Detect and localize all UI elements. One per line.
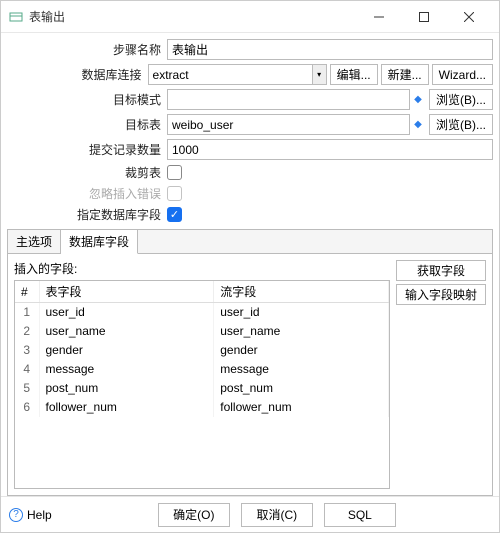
step-name-input[interactable]: [167, 39, 493, 60]
fields-table: # 表字段 流字段 1user_iduser_id2user_nameuser_…: [15, 281, 389, 417]
window-title: 表输出: [29, 8, 356, 25]
sql-button[interactable]: SQL: [324, 503, 396, 527]
wizard-button[interactable]: Wizard...: [432, 64, 493, 85]
table-row[interactable]: 2user_nameuser_name: [15, 322, 389, 341]
cell-table-field[interactable]: gender: [39, 341, 214, 360]
db-connection-label: 数据库连接: [7, 66, 148, 83]
row-number: 3: [15, 341, 39, 360]
tab-body: 插入的字段: # 表字段 流字段 1user_iduser: [8, 254, 492, 495]
ignore-errors-label: 忽略插入错误: [7, 185, 167, 202]
variable-icon[interactable]: ◆: [410, 114, 426, 135]
cell-table-field[interactable]: message: [39, 360, 214, 379]
cell-stream-field[interactable]: follower_num: [214, 398, 389, 417]
cell-stream-field[interactable]: user_id: [214, 303, 389, 322]
dialog-window: 表输出 步骤名称 数据库连接 ▾ 编辑... 新建... Wizard... 目…: [0, 0, 500, 533]
col-header-stream-field[interactable]: 流字段: [214, 281, 389, 303]
new-connection-button[interactable]: 新建...: [381, 64, 429, 85]
specify-fields-checkbox[interactable]: ✓: [167, 207, 182, 222]
browse-schema-button[interactable]: 浏览(B)...: [429, 89, 493, 110]
target-table-input[interactable]: [167, 114, 410, 135]
dropdown-icon[interactable]: ▾: [313, 64, 327, 85]
help-button[interactable]: ? Help: [9, 508, 52, 522]
cell-stream-field[interactable]: gender: [214, 341, 389, 360]
cell-stream-field[interactable]: user_name: [214, 322, 389, 341]
target-table-label: 目标表: [7, 116, 167, 133]
content-area: 步骤名称 数据库连接 ▾ 编辑... 新建... Wizard... 目标模式 …: [1, 33, 499, 496]
maximize-button[interactable]: [401, 2, 446, 32]
tab-database-fields[interactable]: 数据库字段: [61, 230, 138, 254]
target-schema-label: 目标模式: [7, 91, 167, 108]
minimize-button[interactable]: [356, 2, 401, 32]
close-button[interactable]: [446, 2, 491, 32]
tabs-container: 主选项 数据库字段 插入的字段: # 表字段 流字段: [7, 229, 493, 496]
col-header-table-field[interactable]: 表字段: [39, 281, 214, 303]
variable-icon[interactable]: ◆: [410, 89, 426, 110]
cell-table-field[interactable]: follower_num: [39, 398, 214, 417]
fields-table-container: # 表字段 流字段 1user_iduser_id2user_nameuser_…: [14, 280, 390, 489]
enter-field-mapping-button[interactable]: 输入字段映射: [396, 284, 486, 305]
edit-connection-button[interactable]: 编辑...: [330, 64, 378, 85]
app-icon: [9, 10, 23, 24]
get-fields-button[interactable]: 获取字段: [396, 260, 486, 281]
insert-fields-label: 插入的字段:: [14, 260, 390, 277]
specify-fields-label: 指定数据库字段: [7, 206, 167, 223]
cell-table-field[interactable]: post_num: [39, 379, 214, 398]
truncate-checkbox[interactable]: [167, 165, 182, 180]
tab-main-options[interactable]: 主选项: [8, 230, 61, 253]
col-header-num[interactable]: #: [15, 281, 39, 303]
help-label: Help: [27, 508, 52, 522]
row-number: 6: [15, 398, 39, 417]
table-row[interactable]: 1user_iduser_id: [15, 303, 389, 322]
cell-table-field[interactable]: user_name: [39, 322, 214, 341]
titlebar: 表输出: [1, 1, 499, 33]
table-row[interactable]: 4messagemessage: [15, 360, 389, 379]
ok-button[interactable]: 确定(O): [158, 503, 230, 527]
row-number: 5: [15, 379, 39, 398]
truncate-label: 裁剪表: [7, 164, 167, 181]
help-icon: ?: [9, 508, 23, 522]
db-connection-select[interactable]: [148, 64, 313, 85]
cancel-button[interactable]: 取消(C): [241, 503, 313, 527]
step-name-label: 步骤名称: [7, 41, 167, 58]
footer: ? Help 确定(O) 取消(C) SQL: [1, 496, 499, 532]
ignore-errors-checkbox: [167, 186, 182, 201]
browse-table-button[interactable]: 浏览(B)...: [429, 114, 493, 135]
commit-size-label: 提交记录数量: [7, 141, 167, 158]
tab-strip: 主选项 数据库字段: [8, 230, 492, 254]
commit-size-input[interactable]: [167, 139, 493, 160]
row-number: 2: [15, 322, 39, 341]
row-number: 4: [15, 360, 39, 379]
row-number: 1: [15, 303, 39, 322]
cell-stream-field[interactable]: post_num: [214, 379, 389, 398]
table-row[interactable]: 3gendergender: [15, 341, 389, 360]
table-row[interactable]: 6follower_numfollower_num: [15, 398, 389, 417]
target-schema-input[interactable]: [167, 89, 410, 110]
cell-table-field[interactable]: user_id: [39, 303, 214, 322]
cell-stream-field[interactable]: message: [214, 360, 389, 379]
table-row[interactable]: 5post_numpost_num: [15, 379, 389, 398]
